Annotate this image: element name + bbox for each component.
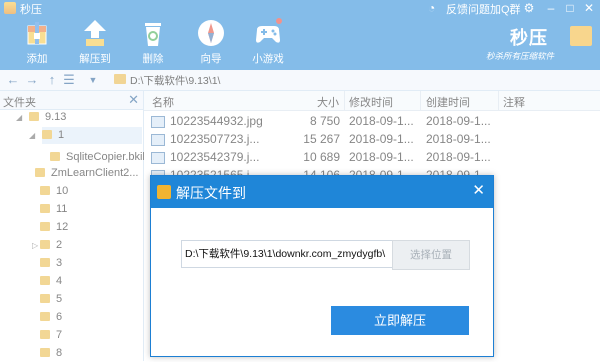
destination-path-field[interactable] bbox=[181, 240, 393, 268]
app-logo-icon bbox=[157, 185, 171, 199]
extract-dialog: 解压文件到 ✕ 选择位置 立即解压 bbox=[150, 175, 494, 357]
dialog-title-bar: 解压文件到 ✕ bbox=[151, 176, 493, 208]
extract-now-button[interactable]: 立即解压 bbox=[331, 306, 469, 335]
destination-path-input[interactable] bbox=[182, 241, 392, 265]
dialog-title: 解压文件到 bbox=[176, 185, 246, 201]
close-icon[interactable]: ✕ bbox=[472, 181, 485, 199]
choose-location-button[interactable]: 选择位置 bbox=[392, 240, 470, 270]
